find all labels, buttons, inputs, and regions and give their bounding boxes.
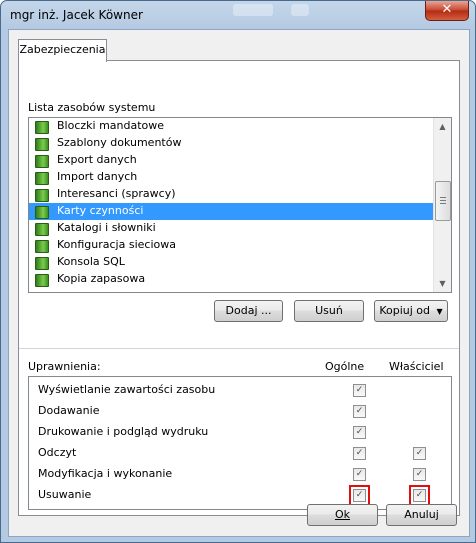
window-title: mgr inż. Jacek Köwner [10,8,143,22]
permission-label: Usuwanie [38,488,92,501]
permission-row: Drukowanie i podgląd wydruku ✓ [29,422,449,443]
ok-button[interactable]: Ok [307,504,378,526]
permission-label: Drukowanie i podgląd wydruku [38,425,209,438]
general-checkbox[interactable]: ✓ [353,405,366,418]
permissions-list: Wyświetlanie zawartości zasobu ✓ Dodawanie… [28,376,452,510]
list-item[interactable]: Kopia zapasowa [29,271,433,288]
add-button[interactable]: Dodaj ... [214,300,283,322]
general-checkbox[interactable]: ✓ [353,489,366,502]
tab-label: Zabezpieczenia [19,43,106,56]
list-item[interactable]: Szablony dokumentów [29,135,433,152]
section-divider [19,348,459,349]
permission-row: Wyświetlanie zawartości zasobu ✓ [29,380,449,401]
titlebar-reflection [291,4,309,16]
ok-button-label: Ok [334,508,351,521]
list-item-label: Szablony dokumentów [57,136,182,149]
column-owner-label: Właściciel [389,360,444,373]
list-item[interactable]: Katalogi i słowniki [29,220,433,237]
remove-button[interactable]: Usuń [294,300,364,322]
owner-checkbox[interactable]: ✓ [413,489,426,502]
scroll-up-icon[interactable]: ▲ [434,118,451,135]
tab-security[interactable]: Zabezpieczenia [18,39,107,62]
book-icon [35,138,49,151]
book-icon [35,274,49,287]
cancel-button-label: Anuluj [404,508,439,521]
list-item[interactable]: Export danych [29,152,433,169]
list-item[interactable]: Konfiguracja sieciowa [29,237,433,254]
permission-label: Odczyt [38,446,77,459]
close-button[interactable]: ✕ [425,1,469,21]
list-item-label: Katalogi i słowniki [57,221,156,234]
list-item[interactable]: Bloczki mandatowe [29,118,433,135]
general-checkbox[interactable]: ✓ [353,447,366,460]
book-icon [35,172,49,185]
title-bar[interactable]: mgr inż. Jacek Köwner ✕ [1,1,475,29]
book-icon [35,155,49,168]
chevron-down-icon: ▼ [436,307,443,316]
tab-panel: Lista zasobów systemu Bloczki mandatowe S… [18,60,460,516]
cancel-button[interactable]: Anuluj [386,504,457,526]
close-icon: ✕ [441,2,453,17]
copy-from-button[interactable]: Kopiuj od ▼ [374,300,448,322]
permission-row: Dodawanie ✓ [29,401,449,422]
general-checkbox[interactable]: ✓ [353,468,366,481]
owner-checkbox[interactable]: ✓ [413,447,426,460]
scroll-thumb[interactable] [435,181,451,221]
dialog-window: mgr inż. Jacek Köwner ✕ Zabezpieczenia L… [0,0,476,543]
list-item-label: Karty czynności [57,204,144,217]
scroll-down-icon[interactable]: ▼ [434,275,451,292]
list-item-label: Import danych [57,170,138,183]
permission-label: Modyfikacja i wykonanie [38,467,173,480]
book-icon [35,121,49,134]
list-item-label: Export danych [57,153,137,166]
resources-label: Lista zasobów systemu [28,101,156,114]
general-checkbox[interactable]: ✓ [353,384,366,397]
permission-row: Usuwanie ✓ ✓ [29,485,449,506]
list-item-label: Konfiguracja sieciowa [57,238,176,251]
list-scrollbar[interactable]: ▲ ▼ [433,118,451,292]
list-item[interactable]: Interesanci (sprawcy) [29,186,433,203]
owner-checkbox[interactable]: ✓ [413,468,426,481]
list-item[interactable]: Konsola SQL [29,254,433,271]
book-icon [35,189,49,202]
permissions-label: Uprawnienia: [28,360,101,373]
list-item-label: Konsola SQL [57,255,125,268]
remove-button-label: Usuń [315,304,343,317]
permission-row: Odczyt ✓ ✓ [29,443,449,464]
book-icon [35,257,49,270]
dialog-client: Zabezpieczenia Lista zasobów systemu Blo… [8,29,470,537]
list-item[interactable]: Import danych [29,169,433,186]
general-checkbox[interactable]: ✓ [353,426,366,439]
column-general-label: Ogólne [325,360,365,373]
list-item-label: Bloczki mandatowe [57,119,165,132]
resource-list[interactable]: Bloczki mandatowe Szablony dokumentów Expo… [28,117,452,293]
book-icon [35,223,49,236]
add-button-label: Dodaj ... [225,304,272,317]
copy-from-label: Kopiuj od [379,304,430,317]
permission-label: Dodawanie [38,404,100,417]
book-icon [35,240,49,253]
permission-row: Modyfikacja i wykonanie ✓ ✓ [29,464,449,485]
list-item-label: Interesanci (sprawcy) [57,187,176,200]
permission-label: Wyświetlanie zawartości zasobu [38,383,216,396]
book-icon [35,206,49,219]
list-item-label: Kopia zapasowa [57,272,146,285]
titlebar-reflection [233,4,273,16]
list-item[interactable]: Karty czynności [29,203,433,220]
